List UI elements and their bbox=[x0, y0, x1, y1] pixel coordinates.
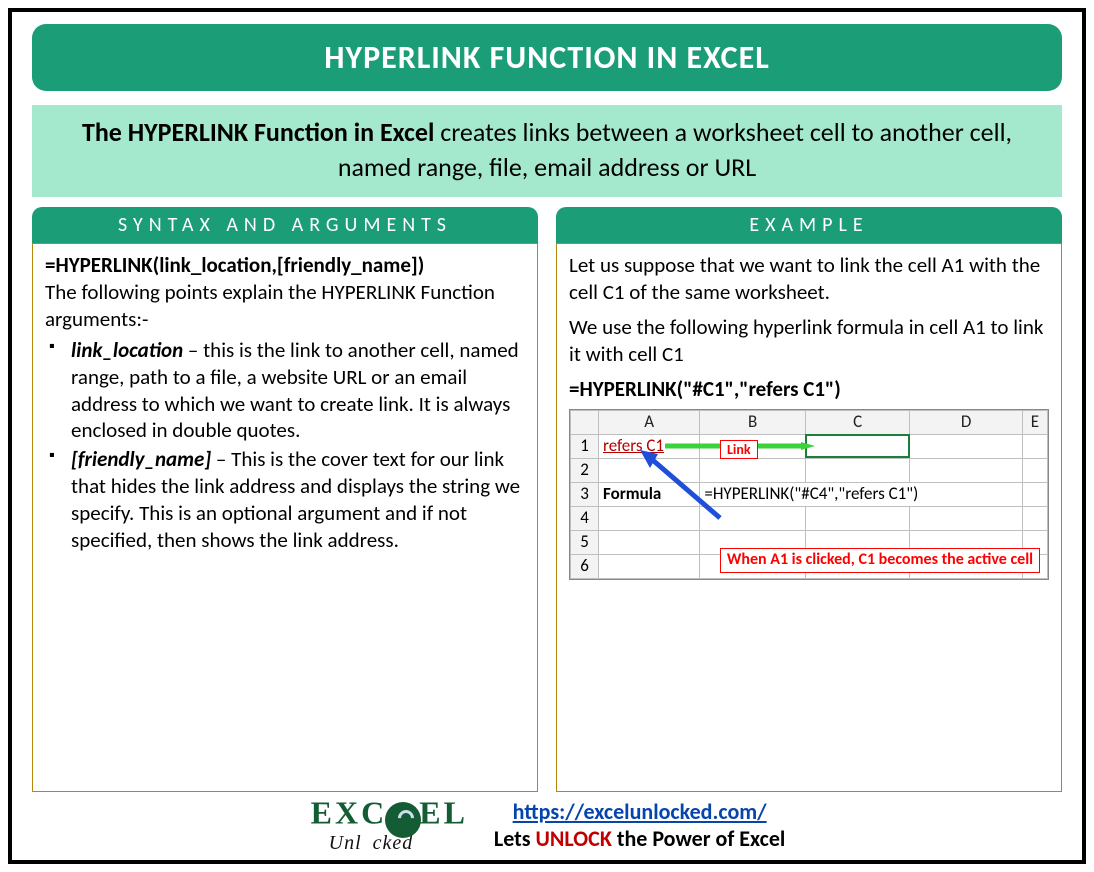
col-header: A bbox=[599, 410, 700, 434]
argument-item: link_location – this is the link to anot… bbox=[45, 337, 525, 445]
cell bbox=[805, 506, 910, 530]
example-formula: =HYPERLINK("#C1","refers C1") bbox=[569, 376, 1049, 403]
cell bbox=[1022, 458, 1047, 482]
cell-formula-label: Formula bbox=[599, 482, 700, 506]
syntax-heading: SYNTAX AND ARGUMENTS bbox=[32, 207, 538, 243]
syntax-column: SYNTAX AND ARGUMENTS =HYPERLINK(link_loc… bbox=[32, 207, 538, 792]
row-header: 2 bbox=[571, 458, 599, 482]
cell bbox=[1022, 434, 1047, 458]
cell-formula-value: =HYPERLINK("#C4","refers C1") bbox=[700, 482, 1023, 506]
cell bbox=[700, 458, 806, 482]
row-header: 5 bbox=[571, 530, 599, 554]
logo-top-text: EXCEL bbox=[311, 798, 468, 834]
cell bbox=[700, 506, 806, 530]
callout-text: When A1 is clicked, C1 becomes the activ… bbox=[720, 548, 1040, 572]
cell bbox=[599, 458, 700, 482]
cell bbox=[1022, 506, 1047, 530]
page-title: HYPERLINK FUNCTION IN EXCEL bbox=[32, 24, 1062, 91]
cell bbox=[910, 506, 1023, 530]
excel-sheet: A B C D E 1 refers C1 bbox=[569, 409, 1049, 580]
footer-url-link[interactable]: https://excelunlocked.com/ bbox=[513, 798, 767, 825]
cell-c1-active bbox=[805, 434, 910, 458]
row-header: 3 bbox=[571, 482, 599, 506]
cell bbox=[599, 554, 700, 578]
intro-box: The HYPERLINK Function in Excel creates … bbox=[32, 105, 1062, 197]
grid-corner bbox=[571, 410, 599, 434]
argument-dash: – bbox=[211, 446, 231, 472]
argument-list: link_location – this is the link to anot… bbox=[45, 337, 525, 554]
syntax-body: =HYPERLINK(link_location,[friendly_name]… bbox=[32, 243, 538, 792]
syntax-formula: =HYPERLINK(link_location,[friendly_name]… bbox=[45, 252, 525, 279]
logo-circle-icon bbox=[385, 802, 421, 838]
document-frame: HYPERLINK FUNCTION IN EXCEL The HYPERLIN… bbox=[8, 8, 1086, 864]
footer-tag-post: the Power of Excel bbox=[612, 825, 785, 852]
columns: SYNTAX AND ARGUMENTS =HYPERLINK(link_loc… bbox=[32, 207, 1062, 792]
col-header: D bbox=[910, 410, 1023, 434]
example-heading: EXAMPLE bbox=[556, 207, 1062, 243]
cell-a1-link[interactable]: refers C1 bbox=[599, 434, 700, 458]
cell bbox=[599, 530, 700, 554]
argument-name: [friendly_name] bbox=[71, 446, 211, 472]
col-header: E bbox=[1022, 410, 1047, 434]
cell bbox=[805, 458, 910, 482]
col-header: B bbox=[700, 410, 806, 434]
footer-text: https://excelunlocked.com/ Lets UNLOCK t… bbox=[494, 798, 785, 852]
row-header: 4 bbox=[571, 506, 599, 530]
argument-dash: – bbox=[183, 337, 203, 363]
argument-name: link_location bbox=[71, 337, 183, 363]
example-p1: Let us suppose that we want to link the … bbox=[569, 252, 1049, 306]
example-p2: We use the following hyperlink formula i… bbox=[569, 314, 1049, 368]
syntax-lead: The following points explain the HYPERLI… bbox=[45, 279, 525, 333]
intro-bold: The HYPERLINK Function in Excel bbox=[82, 116, 434, 148]
logo: EXCEL Unlocked bbox=[309, 798, 468, 852]
cell bbox=[910, 458, 1023, 482]
footer: EXCEL Unlocked https://excelunlocked.com… bbox=[32, 792, 1062, 852]
row-header: 1 bbox=[571, 434, 599, 458]
intro-rest: creates links between a worksheet cell t… bbox=[338, 116, 1012, 183]
link-tag-label: Link bbox=[720, 440, 758, 460]
footer-unlock-word: UNLOCK bbox=[536, 825, 612, 852]
footer-tag-pre: Lets bbox=[494, 825, 536, 852]
example-column: EXAMPLE Let us suppose that we want to l… bbox=[556, 207, 1062, 792]
example-body: Let us suppose that we want to link the … bbox=[556, 243, 1062, 792]
cell bbox=[1022, 482, 1047, 506]
argument-item: [friendly_name] – This is the cover text… bbox=[45, 446, 525, 554]
col-header: C bbox=[805, 410, 910, 434]
cell bbox=[599, 506, 700, 530]
row-header: 6 bbox=[571, 554, 599, 578]
cell bbox=[910, 434, 1023, 458]
